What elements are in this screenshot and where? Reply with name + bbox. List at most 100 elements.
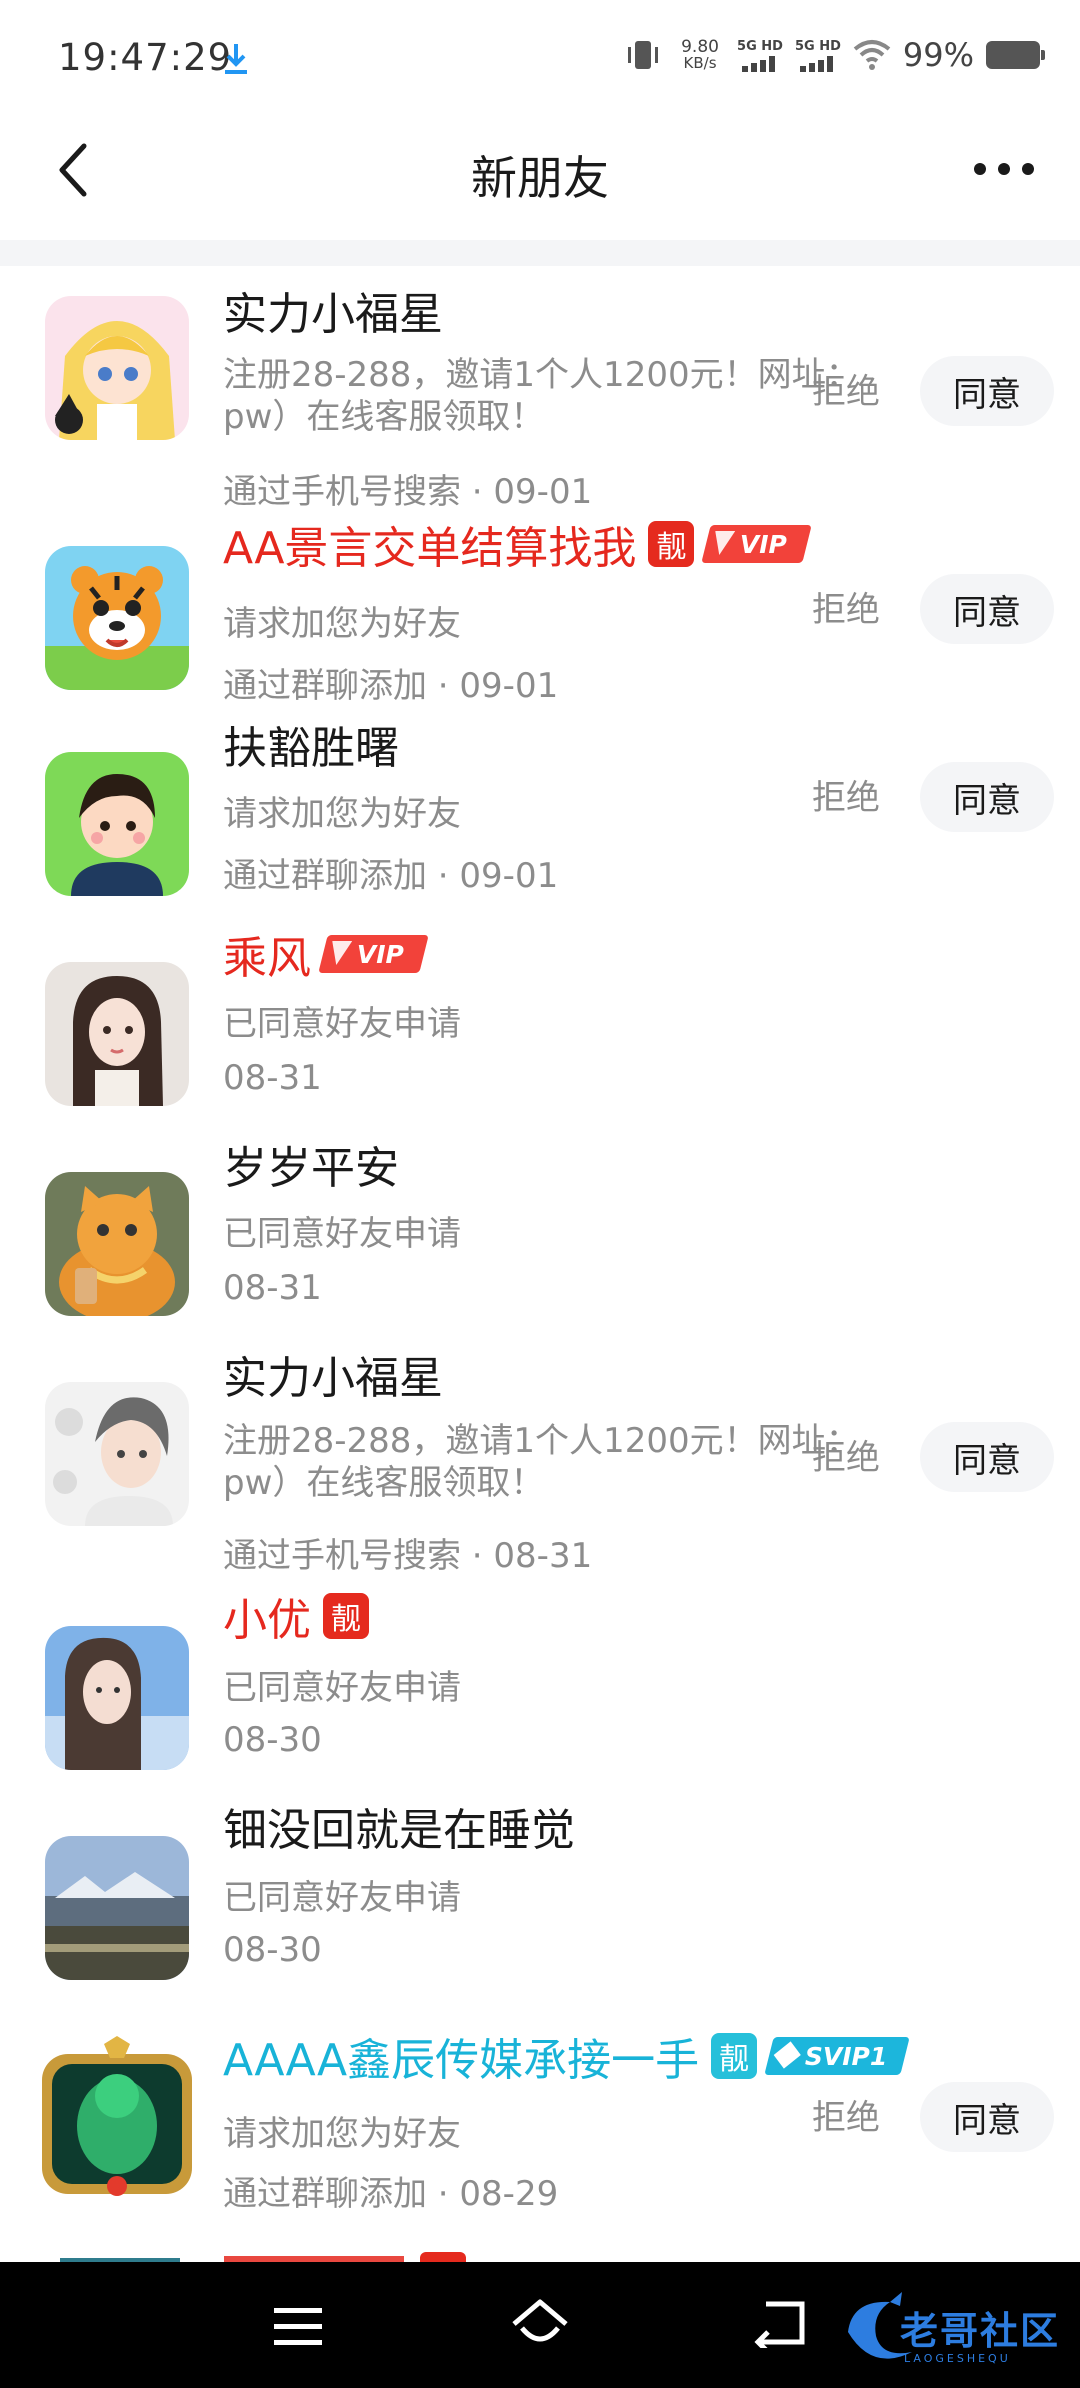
contact-name: AA景言交单结算找我 [223, 523, 637, 574]
name-row: 扶豁胜曙 [223, 714, 399, 774]
list-item[interactable]: 乘风 VIP 已同意好友申请 08-31 [0, 933, 1080, 1146]
name-row: 小优 靓 [223, 1586, 369, 1646]
contact-name: 扶豁胜曙 [223, 723, 399, 774]
request-source: 通过群聊添加 · 09-01 [223, 666, 559, 706]
list-item[interactable]: AAAA鑫辰传媒承接一手 靓 SVIP1 请求加您为好友 通过群聊添加 · 08… [0, 2026, 1080, 2246]
request-source: 通过手机号搜索 · 09-01 [223, 472, 593, 512]
list-item[interactable]: 钿没回就是在睡觉 已同意好友申请 08-30 [0, 1805, 1080, 2026]
watermark-title: 老哥社区 [900, 2309, 1061, 2353]
contact-name: 岁岁平安 [223, 1143, 399, 1194]
reject-button[interactable]: 拒绝 [812, 770, 880, 819]
name-row: AA景言交单结算找我 靓 VIP [223, 514, 813, 574]
menu-icon[interactable] [272, 2306, 324, 2348]
reject-button[interactable]: 拒绝 [812, 364, 880, 413]
svip-badge: SVIP1 [764, 2037, 911, 2075]
list-item[interactable]: 实力小福星 注册28-288，邀请1个人1200元！网址：pw）在线客服领取！ … [0, 266, 1080, 516]
home-icon[interactable] [510, 2298, 570, 2348]
contact-name: 乘风 [223, 933, 311, 984]
new-friends-screen: 19:47:29 9.80 KB/s 5G HD 5G HD 99% 新朋友 实… [0, 0, 1080, 2388]
liang-badge: 靓 [323, 1593, 369, 1639]
list-item[interactable]: 实力小福星 注册28-288，邀请1个人1200元！网址：pw）在线客服领取！ … [0, 1353, 1080, 1606]
contact-name: 小优 [223, 1595, 311, 1646]
net-speed: 9.80 KB/s [675, 37, 725, 72]
vip-badge: VIP [701, 525, 813, 563]
page-title: 新朋友 [471, 151, 609, 205]
status-bar: 19:47:29 9.80 KB/s 5G HD 5G HD 99% [0, 0, 1080, 118]
request-date: 08-30 [223, 1720, 322, 1760]
signal-2-label: 5G HD [794, 38, 841, 54]
name-row: AAAA鑫辰传媒承接一手 靓 SVIP1 [223, 2026, 911, 2086]
more-options-icon[interactable] [972, 154, 1036, 184]
back-nav-icon[interactable] [754, 2298, 808, 2348]
watermark-subtitle: LAOGESHEQU [904, 2352, 1011, 2365]
request-status: 已同意好友申请 [223, 1878, 461, 1918]
request-status: 已同意好友申请 [223, 1214, 461, 1254]
avatar[interactable] [45, 962, 189, 1106]
request-date: 08-31 [223, 1268, 322, 1308]
request-status: 已同意好友申请 [223, 1668, 461, 1708]
name-row: 乘风 VIP [223, 924, 429, 984]
list-item[interactable]: 扶豁胜曙 请求加您为好友 通过群聊添加 · 09-01 拒绝 同意 [0, 723, 1080, 936]
signal-1-label: 5G HD [737, 38, 783, 54]
net-speed-unit: KB/s [683, 54, 717, 72]
avatar-image [45, 1382, 189, 1526]
agree-button[interactable]: 同意 [920, 574, 1054, 644]
header-divider [0, 240, 1080, 266]
name-row: 实力小福星 [223, 280, 443, 340]
request-date: 08-31 [223, 1058, 322, 1098]
avatar-image [45, 1626, 189, 1770]
avatar[interactable] [45, 752, 189, 896]
name-row: 岁岁平安 [223, 1134, 399, 1194]
request-message: 请求加您为好友 [223, 2114, 461, 2154]
agree-button[interactable]: 同意 [920, 1422, 1054, 1492]
list-item[interactable]: 岁岁平安 已同意好友申请 08-31 [0, 1143, 1080, 1356]
system-nav-bar: 老哥社区 LAOGESHEQU [0, 2262, 1080, 2388]
request-status: 已同意好友申请 [223, 1004, 461, 1044]
request-message: 请求加您为好友 [223, 604, 461, 644]
liang-badge: 靓 [711, 2033, 758, 2079]
avatar[interactable] [45, 546, 189, 690]
battery-percent: 99% [902, 36, 974, 74]
request-date: 08-30 [223, 1930, 322, 1970]
signal-strength-2: 5G HD [795, 39, 841, 72]
avatar-image [45, 1172, 189, 1316]
avatar-image [45, 962, 189, 1106]
reject-button[interactable]: 拒绝 [812, 1430, 880, 1479]
contact-name: 实力小福星 [223, 289, 443, 340]
svip-badge-label: SVIP1 [805, 2041, 888, 2071]
status-time: 19:47:29 [58, 36, 233, 79]
request-message: 请求加您为好友 [223, 794, 461, 834]
reject-button[interactable]: 拒绝 [812, 582, 880, 631]
net-speed-value: 9.80 [681, 37, 719, 57]
avatar[interactable] [45, 296, 189, 440]
contact-name: AAAA鑫辰传媒承接一手 [223, 2035, 700, 2086]
avatar[interactable] [34, 2036, 200, 2202]
list-item[interactable]: AA景言交单结算找我 靓 VIP 请求加您为好友 通过群聊添加 · 09-01 … [0, 516, 1080, 726]
contact-name: 钿没回就是在睡觉 [223, 1805, 575, 1856]
header: 新朋友 [0, 118, 1080, 240]
battery-icon [986, 41, 1045, 69]
avatar-image [45, 752, 189, 896]
liang-badge: 靓 [648, 521, 695, 567]
avatar-image [45, 546, 189, 690]
vip-badge-label: VIP [357, 939, 404, 969]
signal-bars-icon [741, 55, 775, 72]
reject-button[interactable]: 拒绝 [812, 2090, 880, 2139]
vibrate-icon [628, 41, 659, 69]
avatar[interactable] [45, 1382, 189, 1526]
list-item[interactable]: 小优 靓 已同意好友申请 08-30 [0, 1593, 1080, 1816]
agree-button[interactable]: 同意 [920, 356, 1054, 426]
avatar-image [45, 296, 189, 440]
avatar-image [45, 1836, 189, 1980]
signal-bars-icon [799, 55, 833, 72]
agree-button[interactable]: 同意 [920, 762, 1054, 832]
vip-badge-label: VIP [740, 529, 788, 559]
request-source: 通过手机号搜索 · 08-31 [223, 1536, 593, 1576]
contact-name: 实力小福星 [223, 1353, 443, 1404]
wifi-icon [853, 40, 891, 70]
avatar[interactable] [45, 1172, 189, 1316]
name-row: 钿没回就是在睡觉 [223, 1796, 575, 1856]
agree-button[interactable]: 同意 [920, 2082, 1054, 2152]
avatar[interactable] [45, 1626, 189, 1770]
avatar[interactable] [45, 1836, 189, 1980]
